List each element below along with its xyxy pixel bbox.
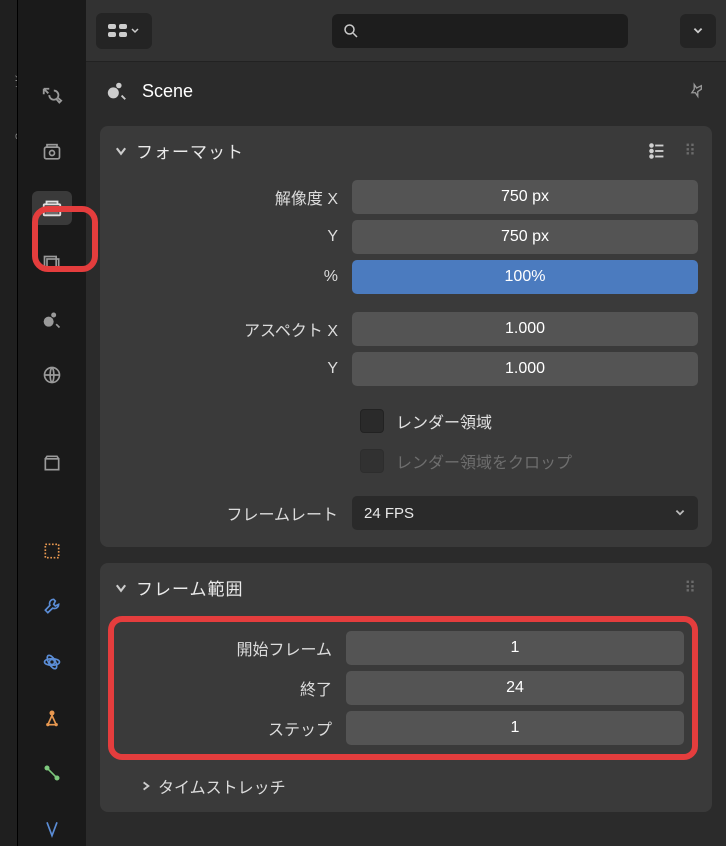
search-icon bbox=[342, 22, 360, 40]
chevron-down-icon bbox=[130, 26, 140, 36]
resolution-x-label: 解像度 X bbox=[114, 185, 342, 209]
disclosure-right-icon bbox=[140, 780, 152, 792]
tab-scene[interactable] bbox=[32, 303, 72, 337]
frame-step-label: ステップ bbox=[122, 716, 336, 740]
panel-format-header[interactable]: フォーマット ⠿ bbox=[100, 126, 712, 173]
scene-name: Scene bbox=[142, 81, 193, 102]
panel-drag-grip-icon[interactable]: ⠿ bbox=[684, 141, 698, 161]
panel-frame-range-title: フレーム範囲 bbox=[136, 575, 244, 600]
framerate-value: 24 FPS bbox=[364, 505, 414, 522]
aspect-x-field[interactable]: 1.000 bbox=[352, 312, 698, 346]
properties-tab-bar bbox=[18, 0, 86, 846]
frame-start-field[interactable]: 1 bbox=[346, 631, 684, 665]
resolution-x-field[interactable]: 750 px bbox=[352, 180, 698, 214]
panel-drag-grip-icon[interactable]: ⠿ bbox=[684, 578, 698, 598]
render-region-checkbox[interactable] bbox=[360, 409, 384, 433]
disclosure-down-icon bbox=[114, 144, 128, 158]
crop-region-label: レンダー領域をクロップ bbox=[396, 449, 572, 473]
editor-type-selector[interactable] bbox=[96, 13, 152, 49]
panel-frame-range: フレーム範囲 ⠿ 開始フレーム 1 終了 24 ステップ 1 bbox=[100, 563, 712, 812]
framerate-label: フレームレート bbox=[114, 501, 342, 525]
tab-output[interactable] bbox=[32, 191, 72, 225]
tab-data[interactable] bbox=[32, 757, 72, 791]
tab-collection[interactable] bbox=[32, 446, 72, 480]
resolution-percent-field[interactable]: 100% bbox=[352, 260, 698, 294]
chevron-down-icon bbox=[692, 25, 704, 37]
tab-constraints[interactable] bbox=[32, 701, 72, 735]
chevron-down-icon bbox=[674, 507, 686, 519]
tab-material[interactable] bbox=[32, 812, 72, 846]
subpanel-time-stretch-header[interactable]: タイムストレッチ bbox=[114, 768, 698, 798]
panels-container: フォーマット ⠿ 解像度 X 750 px Y 750 px % 100% bbox=[86, 120, 726, 846]
properties-header bbox=[86, 0, 726, 62]
resolution-percent-label: % bbox=[114, 268, 342, 286]
crop-region-checkbox bbox=[360, 449, 384, 473]
context-breadcrumb: Scene bbox=[86, 62, 726, 120]
tab-tool[interactable] bbox=[32, 80, 72, 114]
tab-world[interactable] bbox=[32, 358, 72, 392]
properties-search[interactable] bbox=[332, 14, 628, 48]
frame-start-label: 開始フレーム bbox=[122, 636, 336, 660]
panel-format: フォーマット ⠿ 解像度 X 750 px Y 750 px % 100% bbox=[100, 126, 712, 547]
editor-sidebar-strip: Screencast Keys bbox=[0, 0, 18, 846]
time-stretch-label: タイムストレッチ bbox=[158, 774, 286, 798]
preset-menu-button[interactable] bbox=[646, 140, 668, 162]
tab-modifiers[interactable] bbox=[32, 590, 72, 624]
panel-frame-range-header[interactable]: フレーム範囲 ⠿ bbox=[100, 563, 712, 610]
resolution-y-field[interactable]: 750 px bbox=[352, 220, 698, 254]
panel-format-title: フォーマット bbox=[136, 138, 244, 163]
frame-step-field[interactable]: 1 bbox=[346, 711, 684, 745]
annotation-highlight-frame-range: 開始フレーム 1 終了 24 ステップ 1 bbox=[108, 616, 698, 760]
pin-button[interactable] bbox=[686, 81, 706, 101]
tab-physics[interactable] bbox=[32, 645, 72, 679]
aspect-y-label: Y bbox=[114, 360, 342, 378]
sidebar-strip-label: Screencast Keys bbox=[14, 57, 18, 140]
resolution-y-label: Y bbox=[114, 228, 342, 246]
tab-render[interactable] bbox=[32, 136, 72, 170]
scene-icon bbox=[106, 80, 128, 102]
aspect-x-label: アスペクト X bbox=[114, 317, 342, 341]
disclosure-down-icon bbox=[114, 581, 128, 595]
header-options-button[interactable] bbox=[680, 14, 716, 48]
render-region-label: レンダー領域 bbox=[396, 409, 492, 433]
framerate-dropdown[interactable]: 24 FPS bbox=[352, 496, 698, 530]
tab-object[interactable] bbox=[32, 534, 72, 568]
properties-main: Scene フォーマット ⠿ 解像度 X 750 px Y bbox=[86, 0, 726, 846]
frame-end-field[interactable]: 24 bbox=[346, 671, 684, 705]
frame-end-label: 終了 bbox=[122, 676, 336, 700]
tab-viewlayer[interactable] bbox=[32, 247, 72, 281]
aspect-y-field[interactable]: 1.000 bbox=[352, 352, 698, 386]
